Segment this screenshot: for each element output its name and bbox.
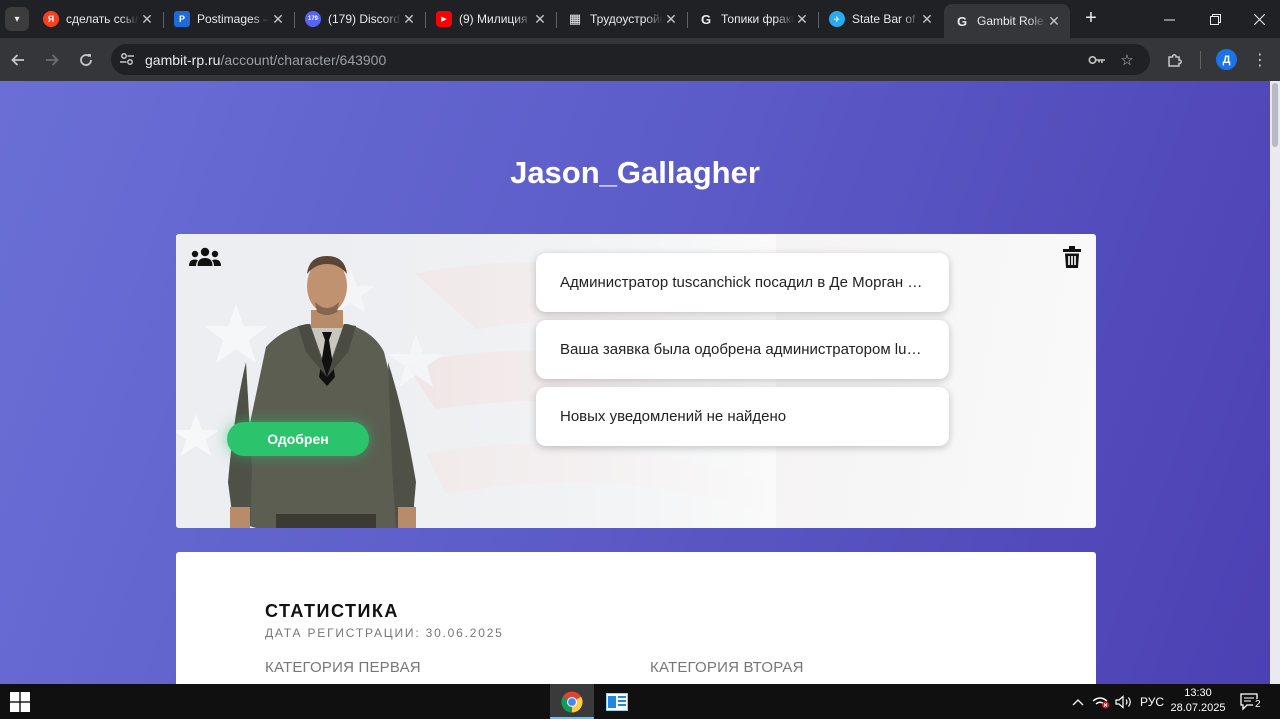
reload-button[interactable] xyxy=(72,46,100,74)
address-bar[interactable]: gambit-rp.ru/account/character/643900 ☆ xyxy=(111,44,1150,75)
bookmark-star-icon[interactable]: ☆ xyxy=(1116,49,1138,71)
forum-icon: ▦ xyxy=(568,11,582,26)
browser-tab-4[interactable]: ▶ (9) Милиция ✕ xyxy=(426,5,556,33)
yandex-icon: Я xyxy=(43,11,59,27)
browser-tab-5[interactable]: ▦ Трудоустройство ✕ xyxy=(557,5,687,33)
character-name: Jason_Gallagher xyxy=(510,155,760,190)
gambit-icon: G xyxy=(700,11,712,27)
arrow-right-icon xyxy=(46,54,59,66)
close-icon xyxy=(1253,13,1265,25)
category-second-heading: КАТЕГОРИЯ ВТОРАЯ xyxy=(650,659,804,676)
extensions-puzzle-icon[interactable] xyxy=(1161,46,1189,74)
taskbar-chrome[interactable] xyxy=(550,684,594,719)
chrome-icon xyxy=(561,691,583,712)
close-tab-icon[interactable]: ✕ xyxy=(919,11,935,28)
discord-icon: 179 xyxy=(305,11,321,27)
browser-tab-3[interactable]: 179 (179) Discord ✕ xyxy=(295,5,425,33)
close-tab-icon[interactable]: ✕ xyxy=(532,11,548,28)
postimages-icon: P xyxy=(174,11,190,27)
browser-tab-7[interactable]: ✈ State Bar of Gambit ✕ xyxy=(819,5,943,33)
close-tab-icon[interactable]: ✕ xyxy=(794,11,810,28)
arrow-left-icon xyxy=(11,54,24,66)
telegram-icon: ✈ xyxy=(829,11,845,27)
notification-text: Администратор tuscanchick посадил в Де М… xyxy=(560,274,925,291)
clock-time: 13:30 xyxy=(1184,687,1212,699)
reload-icon xyxy=(80,54,92,66)
notification-item[interactable]: Новых уведомлений не найдено xyxy=(536,387,949,446)
browser-tab-active[interactable]: G Gambit Role Play ✕ xyxy=(944,4,1070,38)
taskbar-app[interactable] xyxy=(595,684,639,719)
tab-title: Postimages — free xyxy=(197,12,270,26)
status-badge: Одобрен xyxy=(227,422,369,456)
network-offline-icon[interactable] xyxy=(1090,684,1112,719)
statistics-title: СТАТИСТИКА xyxy=(265,601,399,621)
statistics-panel: СТАТИСТИКА ДАТА РЕГИСТРАЦИИ: 30.06.2025 … xyxy=(176,552,1096,684)
close-tab-icon[interactable]: ✕ xyxy=(401,11,417,28)
notification-item[interactable]: Ваша заявка была одобрена администраторо… xyxy=(536,320,949,379)
action-center-button[interactable]: 2 xyxy=(1236,684,1264,719)
scrollbar-thumb[interactable] xyxy=(1272,83,1278,147)
browser-tab-1[interactable]: Я сделать ссылку ✕ xyxy=(33,5,163,33)
notification-text: Ваша заявка была одобрена администраторо… xyxy=(560,341,925,358)
character-card: Одобрен Администратор tuscanchick посади… xyxy=(176,234,1096,528)
tab-title: Трудоустройство xyxy=(590,12,663,26)
browser-tab-2[interactable]: P Postimages — free ✕ xyxy=(164,5,294,33)
browser-toolbar: gambit-rp.ru/account/character/643900 ☆ … xyxy=(0,38,1280,81)
speaker-volume-icon[interactable] xyxy=(1113,684,1135,719)
new-tab-button[interactable]: + xyxy=(1079,7,1103,31)
clock-date: 28.07.2025 xyxy=(1170,702,1226,714)
restore-icon xyxy=(1209,13,1221,25)
url-text[interactable]: gambit-rp.ru/account/character/643900 xyxy=(145,52,386,68)
tab-title: Топики фракций xyxy=(721,12,794,26)
close-tab-icon[interactable]: ✕ xyxy=(1046,13,1062,30)
page-content: Jason_Gallagher Одобрен Администратор tu… xyxy=(0,81,1280,684)
profile-avatar[interactable]: Д xyxy=(1216,49,1237,70)
tab-search-chevron-icon[interactable]: ▾ xyxy=(5,7,29,31)
notification-item[interactable]: Администратор tuscanchick посадил в Де М… xyxy=(536,253,949,312)
site-settings-icon[interactable] xyxy=(119,51,135,67)
youtube-icon: ▶ xyxy=(436,11,452,27)
close-window-button[interactable] xyxy=(1236,0,1280,38)
trash-icon[interactable] xyxy=(1063,246,1081,268)
toolbar-separator xyxy=(1200,51,1201,69)
close-tab-icon[interactable]: ✕ xyxy=(663,11,679,28)
minimize-button[interactable] xyxy=(1146,0,1192,38)
gambit-icon: G xyxy=(956,13,968,29)
minimize-icon xyxy=(1163,19,1175,20)
notification-text: Новых уведомлений не найдено xyxy=(560,408,787,425)
browser-tab-strip: ▾ Я сделать ссылку ✕ P Postimages — free… xyxy=(0,0,1280,38)
character-skin-image xyxy=(228,256,416,528)
forward-button[interactable] xyxy=(38,46,66,74)
browser-tab-6[interactable]: G Топики фракций ✕ xyxy=(688,5,818,33)
page-scrollbar[interactable] xyxy=(1270,81,1280,684)
restore-button[interactable] xyxy=(1192,0,1238,38)
tray-chevron-up-icon[interactable] xyxy=(1068,684,1088,719)
close-tab-icon[interactable]: ✕ xyxy=(139,11,155,28)
tab-title: State Bar of Gambit xyxy=(852,12,919,26)
registration-date: ДАТА РЕГИСТРАЦИИ: 30.06.2025 xyxy=(265,626,504,640)
close-tab-icon[interactable]: ✕ xyxy=(270,11,286,28)
browser-menu-icon[interactable]: ⋮ xyxy=(1246,46,1274,74)
category-first-heading: КАТЕГОРИЯ ПЕРВАЯ xyxy=(265,659,421,676)
password-key-icon[interactable] xyxy=(1086,49,1108,71)
tab-title: Gambit Role Play xyxy=(977,14,1046,28)
url-path: /account/character/643900 xyxy=(220,52,387,68)
input-language-indicator[interactable]: РУС xyxy=(1137,684,1167,719)
tab-title: сделать ссылку xyxy=(66,12,139,26)
windows-taskbar: РУС 13:30 28.07.2025 2 xyxy=(0,684,1280,719)
notification-count: 2 xyxy=(1253,699,1263,710)
window-app-icon xyxy=(606,692,628,711)
taskbar-clock[interactable]: 13:30 28.07.2025 xyxy=(1170,686,1226,716)
back-button[interactable] xyxy=(4,46,32,74)
windows-start-icon[interactable] xyxy=(10,692,30,712)
tab-title: (179) Discord xyxy=(328,12,401,26)
tab-title: (9) Милиция xyxy=(459,12,528,26)
url-host: gambit-rp.ru xyxy=(145,52,221,68)
